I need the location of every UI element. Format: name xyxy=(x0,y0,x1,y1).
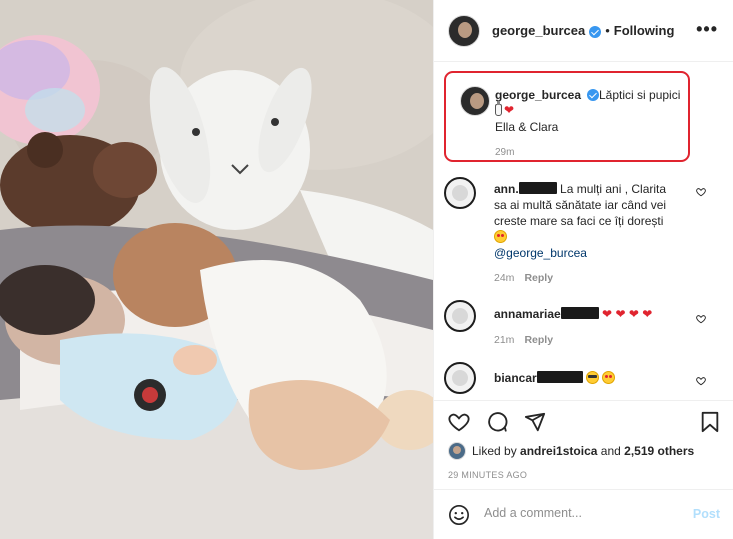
heart-eyes-emoji-icon xyxy=(602,371,616,384)
caption-highlight: george_burcea Lăptici si pupici ❤ Ella &… xyxy=(444,71,690,162)
red-heart-icon: ❤ xyxy=(504,103,515,117)
like-heart-icon[interactable] xyxy=(448,411,470,433)
following-button[interactable]: Following xyxy=(614,23,675,38)
action-icons xyxy=(448,411,546,433)
redaction-bar xyxy=(536,371,583,383)
commenter-username[interactable]: ann. xyxy=(494,182,519,196)
comment-line-1: biancar xyxy=(494,370,616,386)
photo-illustration xyxy=(0,0,433,539)
cool-face-emoji-icon xyxy=(586,371,600,384)
comment-line-1: ann. La mulți ani , Clarita xyxy=(494,181,666,197)
caption-username[interactable]: george_burcea xyxy=(495,88,581,102)
liked-mid: and xyxy=(600,444,621,458)
heart-eyes-emoji-icon xyxy=(494,230,507,243)
red-heart-icon: ❤ xyxy=(615,307,626,321)
liker-avatar[interactable] xyxy=(448,442,466,460)
caption-timestamp[interactable]: 29m xyxy=(495,147,514,158)
comment-text-3: creste mare sa faci ce îți dorești xyxy=(494,214,664,228)
comment-time[interactable]: 21m xyxy=(494,334,514,346)
emoji-smile-icon[interactable] xyxy=(448,504,470,526)
author-username[interactable]: george_burcea xyxy=(492,23,585,38)
red-heart-icon: ❤ xyxy=(628,307,639,321)
comment-meta: 24m Reply xyxy=(494,272,553,284)
commenter-avatar[interactable] xyxy=(444,362,476,394)
likes-count[interactable]: 2,519 others xyxy=(624,444,694,458)
comment-emoji-line xyxy=(494,229,507,245)
caption-line-2: Ella & Clara xyxy=(495,120,559,134)
red-heart-icon: ❤ xyxy=(642,307,653,321)
caption-verified-icon xyxy=(587,89,599,101)
post-sidebar: george_burcea • Following ••• george_bur… xyxy=(433,0,733,539)
baby-bottle-icon xyxy=(495,101,502,116)
liked-by-line: Liked by andrei1stoica and 2,519 others xyxy=(448,442,694,460)
like-comment-heart-icon[interactable] xyxy=(696,314,706,324)
caption-avatar[interactable] xyxy=(460,86,490,116)
separator-dot: • xyxy=(605,23,610,38)
bookmark-icon[interactable] xyxy=(700,411,720,433)
caption-text: Lăptici si pupici xyxy=(599,88,681,102)
like-comment-heart-icon[interactable] xyxy=(696,187,706,197)
commenter-avatar[interactable] xyxy=(444,300,476,332)
reply-button[interactable]: Reply xyxy=(524,334,553,346)
liker-username[interactable]: andrei1stoica xyxy=(520,444,597,458)
commenter-avatar[interactable] xyxy=(444,177,476,209)
comment-line-1: annamariae ❤ ❤ ❤ ❤ xyxy=(494,306,652,322)
caption-emojis: ❤ xyxy=(495,101,515,117)
add-comment-input[interactable] xyxy=(484,506,684,520)
post-photo[interactable] xyxy=(0,0,433,539)
comment-bubble-icon[interactable] xyxy=(486,411,508,433)
redaction-bar xyxy=(560,307,599,319)
comment-time[interactable]: 24m xyxy=(494,272,514,284)
liked-prefix: Liked by xyxy=(472,444,517,458)
commenter-username[interactable]: biancar xyxy=(494,371,537,385)
share-paper-plane-icon[interactable] xyxy=(524,411,546,433)
reply-button[interactable]: Reply xyxy=(524,272,553,284)
verified-badge-icon xyxy=(589,25,602,38)
redaction-bar xyxy=(518,182,557,194)
red-heart-icon: ❤ xyxy=(602,307,613,321)
comment-mention[interactable]: @george_burcea xyxy=(494,245,587,261)
post-actions: Liked by andrei1stoica and 2,519 others … xyxy=(434,400,733,539)
more-horizontal-icon[interactable]: ••• xyxy=(696,20,718,38)
post-header: george_burcea • Following ••• xyxy=(434,0,733,62)
add-comment-bar: Post xyxy=(434,489,733,539)
comment-meta: 21m Reply xyxy=(494,334,553,346)
comment-text-2: sa ai multă sănătate iar când vei xyxy=(494,198,667,212)
commenter-username[interactable]: annamariae xyxy=(494,307,561,321)
post-comment-button[interactable]: Post xyxy=(693,507,720,521)
like-comment-heart-icon[interactable] xyxy=(696,376,706,386)
author-avatar[interactable] xyxy=(448,14,480,47)
post-timestamp[interactable]: 29 MINUTES AGO xyxy=(448,470,527,480)
comment-text-1: La mulți ani , Clarita xyxy=(560,182,667,196)
